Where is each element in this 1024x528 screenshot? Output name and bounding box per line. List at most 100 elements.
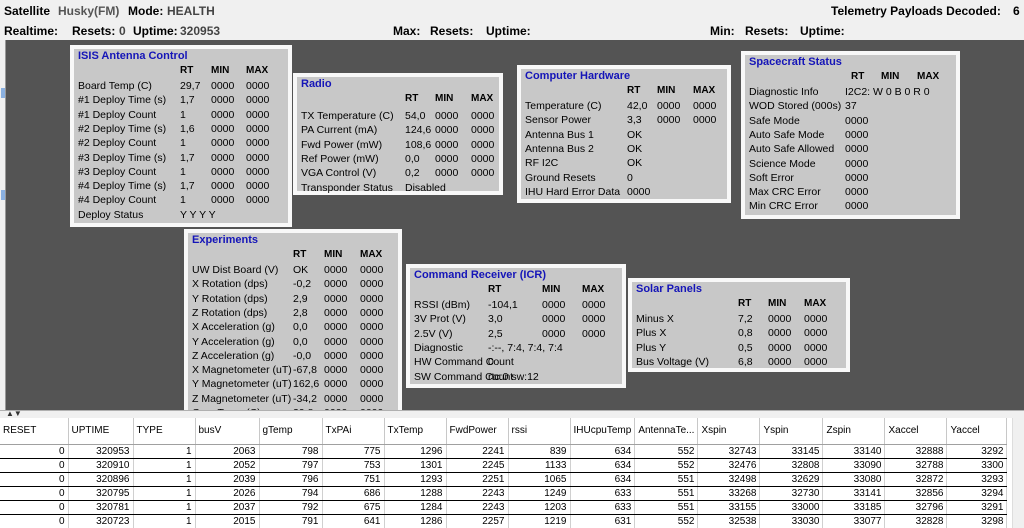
column-header[interactable]: UPTIME [68, 418, 134, 445]
table-row[interactable]: 0 320910 1 2052 797 753 1301 2245 1133 634 552 3247… [0, 458, 1008, 473]
table-cell: 839 [508, 444, 571, 459]
module-isis-antenna: ISIS Antenna Control RT MIN MAX Board Te… [70, 45, 292, 227]
column-header[interactable]: RESET [0, 418, 69, 445]
table-cell: 551 [634, 472, 699, 487]
row-max-value: 0000 [246, 165, 270, 178]
table-cell: 2037 [195, 500, 260, 515]
telemetry-row: X Acceleration (g) 0,0 0000 0000 [188, 321, 398, 335]
table-cell: 2063 [195, 444, 260, 459]
module-solar-panels: Solar Panels RT MIN MAX Minus X 7,2 0000 00… [628, 278, 850, 372]
row-min-value: 0000 [324, 335, 348, 348]
row-rt-value: Disabled [405, 181, 446, 194]
row-min-value: 0000 [211, 180, 235, 193]
column-header[interactable]: FwdPower [446, 418, 509, 445]
table-cell: 32538 [697, 514, 761, 528]
telemetry-row: Science Mode 0000 [745, 158, 956, 172]
row-min-value: 0000 [657, 100, 681, 112]
table-row[interactable]: 0 320795 1 2026 794 686 1288 2243 1249 633 551 3326… [0, 486, 1008, 501]
row-label: PA Current (mA) [301, 124, 378, 137]
table-cell: 32872 [884, 472, 948, 487]
row-label: X Rotation (dps) [192, 278, 268, 291]
column-header[interactable]: Zspin [822, 418, 886, 445]
row-max-value: 0000 [582, 313, 606, 326]
telemetry-row: Y Magnetometer (uT) 162,6 0000 0000 [188, 378, 398, 392]
row-rt-value: OK [627, 142, 643, 155]
max-resets-label: Resets: [430, 24, 474, 38]
table-cell: 1286 [384, 514, 447, 528]
row-rt-value: 1,7 [180, 94, 195, 107]
telemetry-table-area[interactable]: RESET UPTIME TYPE busV gTemp TxPAi TxTemp FwdPo… [0, 418, 1024, 528]
table-vertical-scrollbar[interactable] [1012, 418, 1024, 528]
column-header[interactable]: gTemp [259, 418, 323, 445]
table-cell: 1203 [508, 500, 571, 515]
row-rt-value: 1 [180, 194, 186, 207]
table-row[interactable]: 0 320723 1 2015 791 641 1286 2257 1219 631 552 3253… [0, 514, 1008, 528]
row-label: IHU Hard Error Data [525, 185, 621, 198]
table-header-row: RESET UPTIME TYPE busV gTemp TxPAi TxTemp FwdPo… [0, 418, 1008, 445]
table-cell: 0 [0, 444, 69, 459]
row-label: #1 Deploy Count [78, 108, 157, 121]
row-max-value: 0000 [360, 378, 384, 391]
row-rt-value: -67,8 [293, 364, 317, 377]
table-cell: 1 [133, 458, 196, 473]
row-min-value: 0000 [324, 349, 348, 362]
telemetry-row: Diagnostic Info I2C2: W 0 B 0 R 0 [745, 86, 956, 100]
column-header[interactable]: TxPAi [322, 418, 385, 445]
table-cell: 1065 [508, 472, 571, 487]
table-row[interactable]: 0 320896 1 2039 796 751 1293 2251 1065 634 551 3249… [0, 472, 1008, 487]
table-row[interactable]: 0 320781 1 2037 792 675 1284 2243 1203 633 551 3315… [0, 500, 1008, 515]
column-header[interactable]: TxTemp [384, 418, 447, 445]
row-max-value: 0000 [693, 100, 717, 112]
row-rt-value: 0,0 [405, 152, 420, 165]
row-rt-value: 162,6 [293, 378, 320, 391]
row-max-value: 0000 [471, 152, 495, 165]
col-header-min: MIN [768, 298, 787, 309]
row-label: #4 Deploy Time (s) [78, 180, 167, 193]
row-label: HW Command Count [414, 356, 514, 369]
row-label: Antenna Bus 1 [525, 128, 594, 141]
table-cell: 641 [322, 514, 385, 528]
column-header[interactable]: Xspin [697, 418, 761, 445]
column-header[interactable]: Xaccel [884, 418, 948, 445]
module-title: Solar Panels [636, 283, 703, 295]
telemetry-table[interactable]: RESET UPTIME TYPE busV gTemp TxPAi TxTemp FwdPo… [0, 418, 1008, 528]
column-header[interactable]: Yspin [759, 418, 824, 445]
column-header[interactable]: AntennaTe... [634, 418, 699, 445]
telemetry-row: #2 Deploy Time (s) 1,6 0000 0000 [74, 123, 288, 137]
pane-splitter[interactable]: ▲▼ [0, 409, 1024, 418]
strip-marker [1, 88, 5, 98]
telemetry-row: Z Rotation (dps) 2,8 0000 0000 [188, 307, 398, 321]
row-max-value: 0000 [246, 194, 270, 207]
row-max-value: 0000 [360, 392, 384, 405]
table-cell: 2039 [195, 472, 260, 487]
realtime-resets-label: Resets: [72, 24, 116, 38]
status-header: Satellite Husky(FM) Mode: HEALTH Telemet… [0, 0, 1024, 40]
table-cell: 3300 [946, 458, 1008, 473]
row-min-value: 0000 [435, 124, 459, 137]
row-rt-value: 0,5 [738, 341, 753, 354]
satellite-name: Husky(FM) [58, 4, 120, 18]
telemetry-panel-area: ISIS Antenna Control RT MIN MAX Board Te… [6, 40, 1024, 410]
column-header[interactable]: TYPE [133, 418, 196, 445]
telemetry-row: RSSI (dBm) -104,1 0000 0000 [410, 299, 622, 313]
table-row[interactable]: 0 320953 1 2063 798 775 1296 2241 839 634 552 32743… [0, 444, 1008, 459]
column-header[interactable]: IHUcpuTemp [570, 418, 636, 445]
row-label: RF I2C [525, 157, 559, 170]
table-cell: 686 [322, 486, 385, 501]
table-cell: 320896 [68, 472, 134, 487]
telemetry-row: #4 Deploy Count 1 0000 0000 [74, 194, 288, 208]
row-label: Y Magnetometer (uT) [192, 378, 292, 391]
table-cell: 2243 [446, 500, 509, 515]
table-cell: 1288 [384, 486, 447, 501]
row-max-value: 0000 [582, 327, 606, 340]
row-rt-value: 0 [488, 356, 494, 369]
column-header[interactable]: busV [195, 418, 260, 445]
row-label: Max CRC Error [749, 186, 821, 199]
table-cell: 796 [259, 472, 323, 487]
table-cell: 675 [322, 500, 385, 515]
row-label: Science Mode [749, 157, 816, 170]
row-label: Min CRC Error [749, 200, 818, 213]
column-header[interactable]: rssi [508, 418, 571, 445]
column-header[interactable]: Yaccel [946, 418, 1008, 445]
table-cell: 33141 [822, 486, 886, 501]
